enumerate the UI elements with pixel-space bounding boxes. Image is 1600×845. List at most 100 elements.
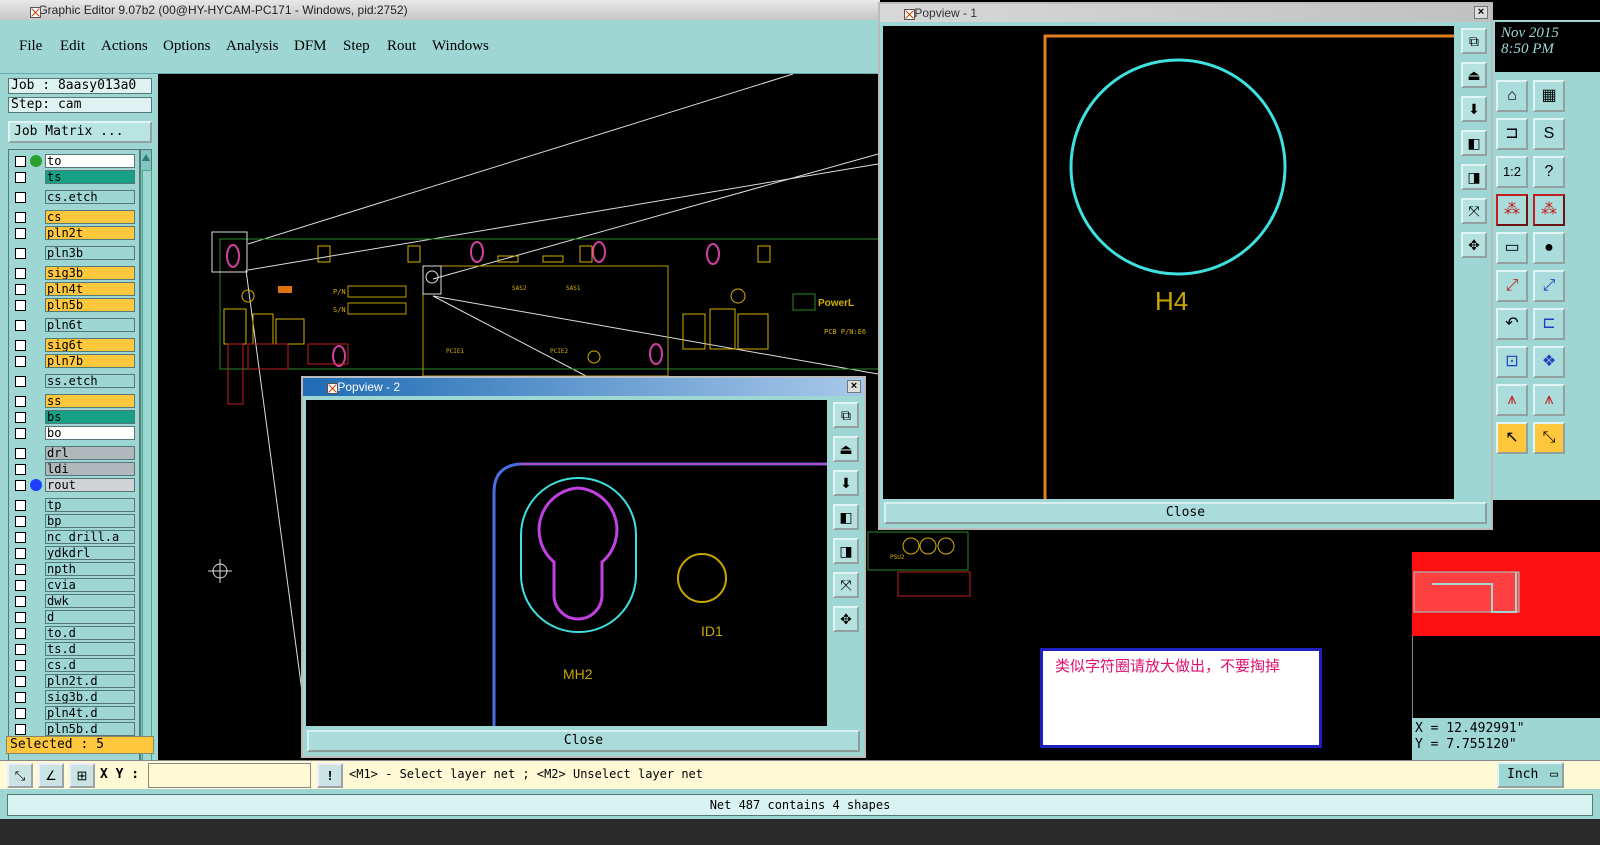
layer-checkbox[interactable] [15,156,26,167]
layer-checkbox[interactable] [15,356,26,367]
snap-grid-icon[interactable]: ⊞ [69,763,95,788]
layer-checkbox[interactable] [15,396,26,407]
popview-1-titlebar[interactable]: Popview - 1 × [880,4,1491,22]
layer-checkbox[interactable] [15,448,26,459]
layer-row[interactable]: pln5b.d [11,722,137,737]
ruler-icon[interactable]: ▭ [1496,232,1528,264]
layer-checkbox[interactable] [15,548,26,559]
layer-name[interactable]: to.d [45,626,135,640]
layer-row[interactable]: pln6t [11,318,137,333]
layer-row[interactable]: bo [11,426,137,441]
layer-checkbox[interactable] [15,340,26,351]
ratio-icon[interactable]: 1:2 [1496,156,1528,188]
layer-name[interactable]: pln3b [45,246,135,260]
layer-checkbox[interactable] [15,500,26,511]
arc-up-icon[interactable]: ⩚ [1496,384,1528,416]
layer-row[interactable]: cvia [11,578,137,593]
shapes-icon[interactable]: ❖ [1533,346,1565,378]
layer-name[interactable]: to [45,154,135,168]
net-highlight-icon[interactable]: ⁂ [1496,194,1528,226]
layer-name[interactable]: cvia [45,578,135,592]
layer-checkbox[interactable] [15,628,26,639]
pv2-pan-right-icon[interactable]: ◨ [833,538,859,564]
popview-1-canvas[interactable]: H4 [883,26,1454,499]
menu-windows[interactable]: Windows [432,38,489,55]
layer-name[interactable]: pln6t [45,318,135,332]
xy-input[interactable] [148,763,311,788]
popview-2-canvas[interactable]: MH2 ID1 [306,400,827,726]
layer-name[interactable]: ydkdrl [45,546,135,560]
alert-icon[interactable]: ! [317,763,343,788]
layer-name[interactable]: pln4t [45,282,135,296]
grid-icon[interactable]: ▦ [1533,80,1565,112]
layer-name[interactable]: bs [45,410,135,424]
arc-down-icon[interactable]: ⩚ [1533,384,1565,416]
layer-checkbox[interactable] [15,412,26,423]
layer-row[interactable]: pln4t.d [11,706,137,721]
layer-checkbox[interactable] [15,464,26,475]
layer-name[interactable]: pln2t.d [45,674,135,688]
menu-file[interactable]: File [19,38,42,55]
layer-checkbox[interactable] [15,612,26,623]
layer-row[interactable]: drl [11,446,137,461]
layer-row[interactable]: d [11,610,137,625]
layer-row[interactable]: ldi [11,462,137,477]
layer-row[interactable]: pln3b [11,246,137,261]
help-icon[interactable]: ? [1533,156,1565,188]
zoom-fit-icon[interactable]: ⊐ [1496,118,1528,150]
pv1-zoom-out-icon[interactable]: ✥ [1461,232,1487,258]
layer-name[interactable]: dwk [45,594,135,608]
layer-row[interactable]: pln2t [11,226,137,241]
layer-checkbox[interactable] [15,564,26,575]
layer-checkbox[interactable] [15,284,26,295]
layer-row[interactable]: ss.etch [11,374,137,389]
layer-row[interactable]: pln2t.d [11,674,137,689]
layer-row[interactable]: tp [11,498,137,513]
layer-name[interactable]: d [45,610,135,624]
home-icon[interactable]: ⌂ [1496,80,1528,112]
layer-checkbox[interactable] [15,644,26,655]
layer-checkbox[interactable] [15,192,26,203]
menu-step[interactable]: Step [343,38,370,55]
layer-name[interactable]: sig3b.d [45,690,135,704]
layer-name[interactable]: npth [45,562,135,576]
layer-checkbox[interactable] [15,212,26,223]
pv2-pan-down-icon[interactable]: ⬇ [833,470,859,496]
layer-checkbox[interactable] [15,692,26,703]
layer-name[interactable]: sig3b [45,266,135,280]
layer-checkbox[interactable] [15,532,26,543]
layer-row[interactable]: cs.d [11,658,137,673]
zoom-area-icon[interactable]: ⤡ [7,763,33,788]
pad-icon[interactable]: ● [1533,232,1565,264]
snake-icon[interactable]: S [1533,118,1565,150]
measure-angle-icon[interactable]: ∠ [38,763,64,788]
layer-name[interactable]: cs.d [45,658,135,672]
pv1-fit-icon[interactable]: ⧉ [1461,28,1487,54]
net-pointer-icon[interactable]: ⤡ [1533,422,1565,454]
layer-row[interactable]: pln7b [11,354,137,369]
layer-row[interactable]: npth [11,562,137,577]
layer-name[interactable]: bo [45,426,135,440]
layer-row[interactable]: dwk [11,594,137,609]
popview-1-close-button[interactable]: Close [884,502,1487,524]
undo-icon[interactable]: ↶ [1496,308,1528,340]
layer-checkbox[interactable] [15,708,26,719]
layer-name[interactable]: ldi [45,462,135,476]
layer-row[interactable]: sig3b.d [11,690,137,705]
net-select-icon[interactable]: ⁂ [1533,194,1565,226]
layer-row[interactable]: cs [11,210,137,225]
pv2-zoom-out-icon[interactable]: ✥ [833,606,859,632]
layer-name[interactable]: ss.etch [45,374,135,388]
layer-name[interactable]: cs [45,210,135,224]
measure-icon[interactable]: ⊡ [1496,346,1528,378]
job-matrix-button[interactable]: Job Matrix ... [8,121,152,143]
layer-row[interactable]: pln4t [11,282,137,297]
layer-row[interactable]: rout [11,478,137,493]
layer-checkbox[interactable] [15,516,26,527]
layer-checkbox[interactable] [15,480,26,491]
menu-edit[interactable]: Edit [60,38,85,55]
layer-name[interactable]: pln7b [45,354,135,368]
pv1-pan-down-icon[interactable]: ⬇ [1461,96,1487,122]
layer-checkbox[interactable] [15,580,26,591]
layer-name[interactable]: pln5b [45,298,135,312]
